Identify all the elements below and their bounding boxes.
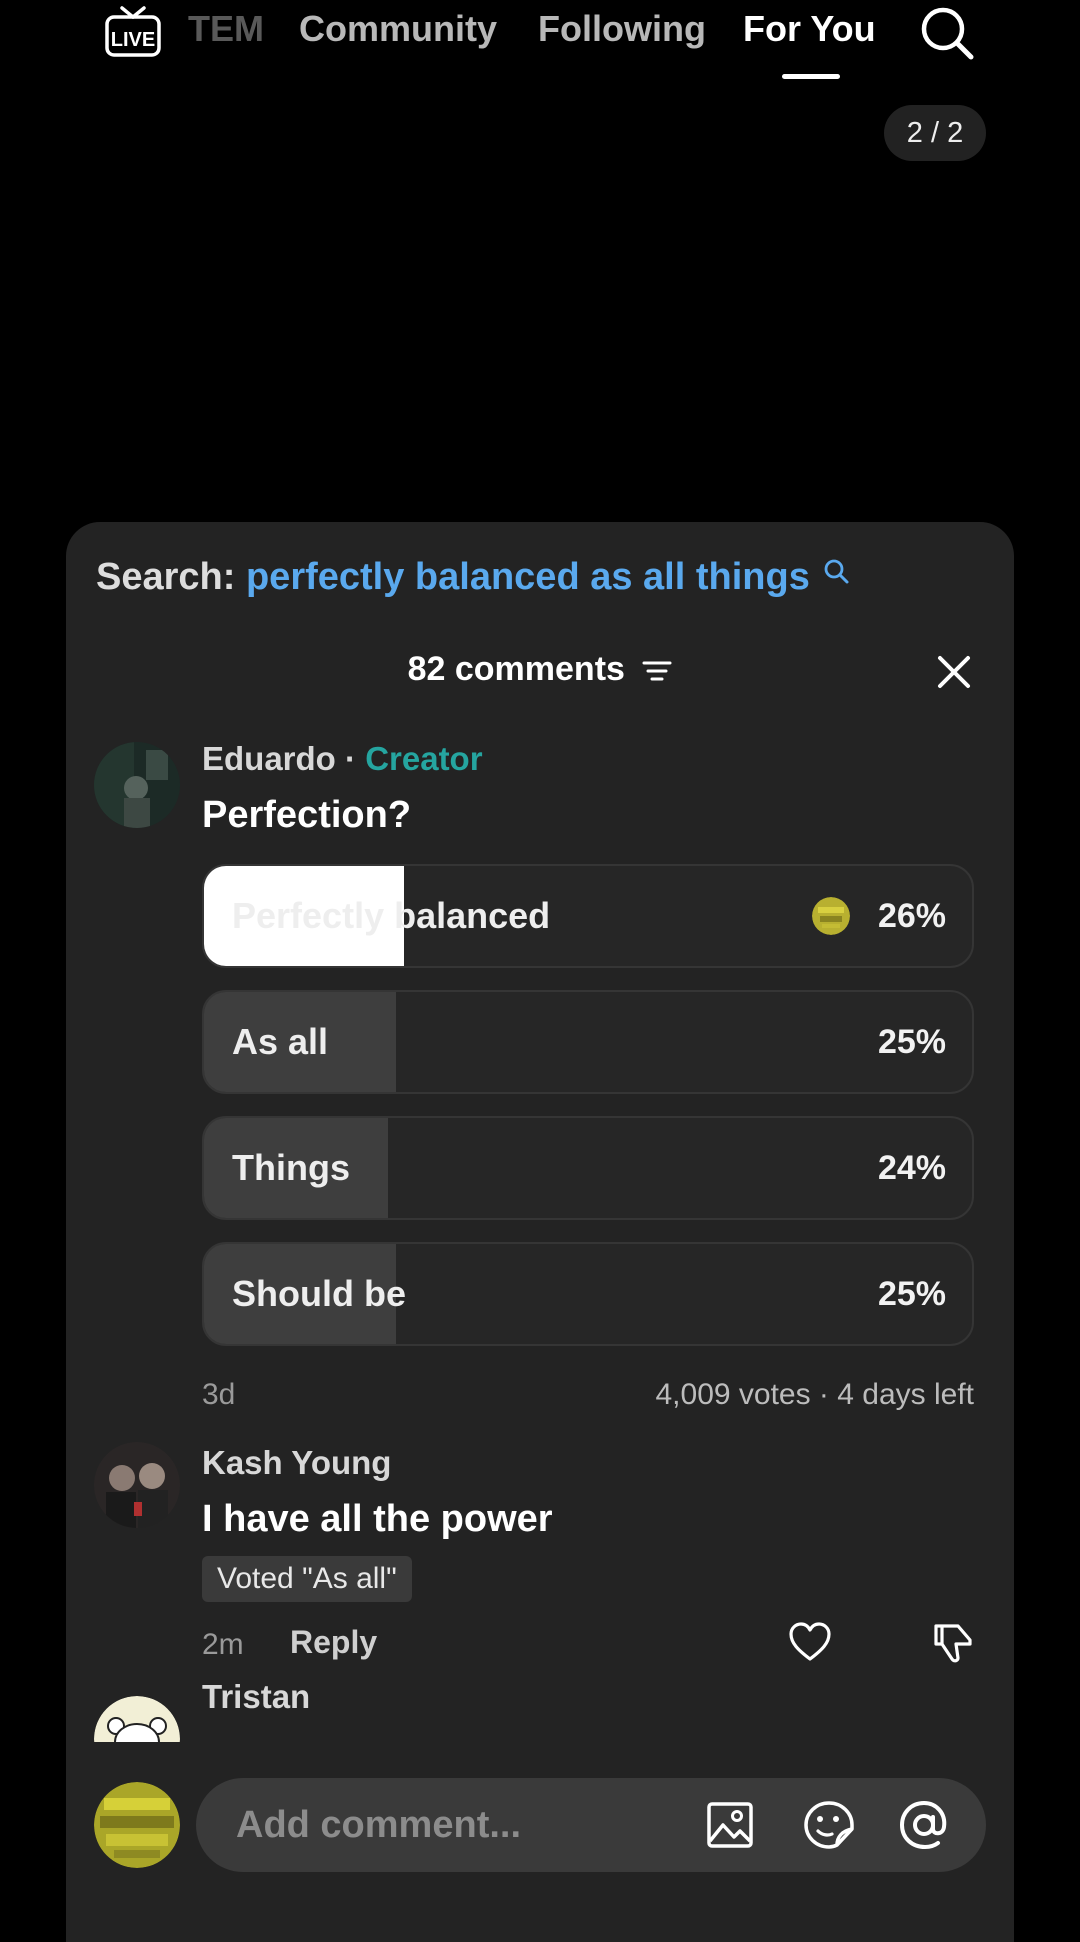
sort-filter-icon[interactable]: [642, 659, 672, 683]
poll-option-percent: 26%: [877, 897, 946, 935]
comments-header: 82 comments: [66, 650, 1014, 689]
comments-count: 82 comments: [407, 650, 625, 688]
poll-option[interactable]: As all 25%: [202, 990, 974, 1094]
comment-text: I have all the power: [202, 1498, 553, 1540]
slide-counter: 2 / 2: [884, 105, 986, 161]
search-query-link[interactable]: perfectly balanced as all things: [246, 556, 810, 598]
avatar-kash-young[interactable]: [94, 1442, 180, 1528]
live-label: LIVE: [111, 29, 155, 51]
poll-option-percent: 24%: [877, 1149, 946, 1187]
poll-option[interactable]: Things 24%: [202, 1116, 974, 1220]
live-tv-icon[interactable]: LIVE: [104, 6, 162, 58]
author-name[interactable]: Eduardo: [202, 740, 336, 777]
voter-avatar-icon: [812, 897, 850, 935]
author-separator: ·: [345, 740, 357, 777]
comment-input-bar: Add comment...: [66, 1742, 1014, 1942]
heart-icon[interactable]: [788, 1622, 832, 1662]
poll-option-label: Things: [232, 1147, 350, 1188]
poll-option-label: As all: [232, 1021, 329, 1062]
my-avatar[interactable]: [94, 1782, 180, 1868]
avatar-eduardo[interactable]: [94, 742, 180, 828]
comment-text: Perfection?: [202, 794, 412, 836]
voted-badge: Voted "As all": [202, 1556, 412, 1602]
search-query-icon: [824, 559, 849, 584]
poll-option-percent: 25%: [877, 1275, 946, 1313]
comment-author[interactable]: Kash Young: [202, 1444, 391, 1482]
mention-icon[interactable]: [898, 1799, 950, 1851]
search-icon[interactable]: [918, 4, 976, 62]
poll-option-label: Perfectly balanced: [232, 895, 551, 936]
comment-time: 2m: [202, 1628, 244, 1661]
comment-author[interactable]: Eduardo · Creator: [202, 740, 483, 778]
poll-option-percent: 25%: [877, 1023, 946, 1061]
related-search[interactable]: Search: perfectly balanced as all things: [96, 556, 850, 599]
comments-sheet: Search: perfectly balanced as all things…: [66, 522, 1014, 1942]
add-comment-placeholder: Add comment...: [236, 1804, 522, 1846]
tab-for-you[interactable]: For You: [743, 8, 876, 50]
close-icon[interactable]: [934, 652, 974, 692]
image-icon[interactable]: [706, 1801, 754, 1849]
poll-votes-info: 4,009 votes · 4 days left: [655, 1378, 974, 1411]
tab-community[interactable]: Community: [299, 8, 497, 50]
active-tab-indicator: [782, 74, 840, 79]
add-comment-input[interactable]: Add comment...: [196, 1778, 986, 1872]
sticker-emoji-icon[interactable]: [802, 1799, 856, 1851]
dislike-icon[interactable]: [932, 1620, 974, 1664]
poll-option[interactable]: Should be 25%: [202, 1242, 974, 1346]
creator-badge: Creator: [365, 740, 483, 777]
tab-following[interactable]: Following: [538, 8, 706, 50]
search-prefix: Search:: [96, 556, 236, 598]
poll-option-label: Should be: [232, 1273, 406, 1314]
comment-time: 3d: [202, 1378, 236, 1411]
reply-button[interactable]: Reply: [290, 1624, 377, 1661]
comment-author[interactable]: Tristan: [202, 1678, 310, 1716]
poll-option[interactable]: Perfectly balanced 26%: [202, 864, 974, 968]
top-nav: LIVE TEM Community Following For You: [0, 0, 1080, 90]
tab-stem[interactable]: TEM: [188, 8, 264, 50]
